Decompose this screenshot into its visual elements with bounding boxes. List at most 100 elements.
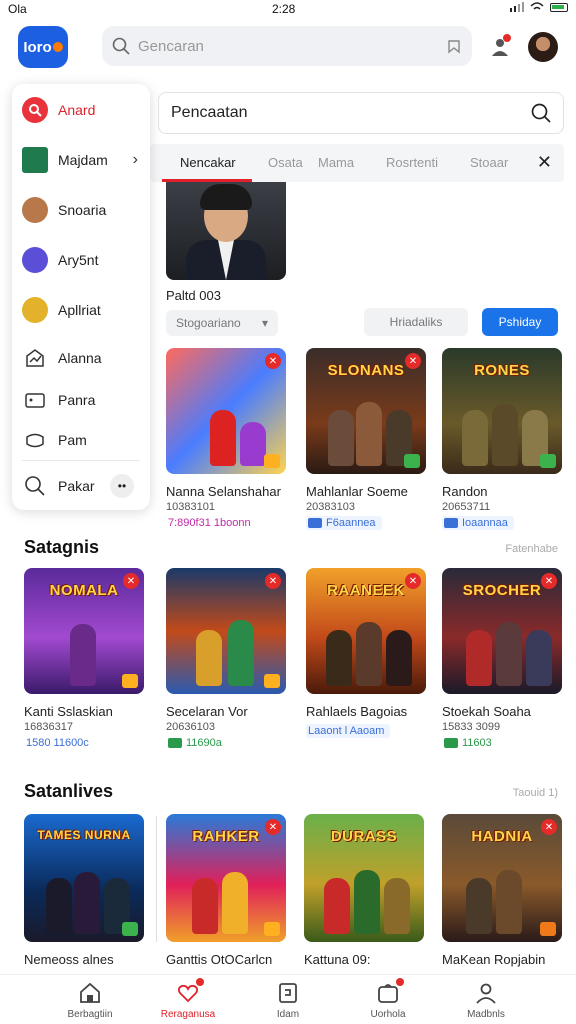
character-figure [356, 402, 382, 466]
active-tab-indicator [162, 179, 252, 182]
filter-chip[interactable]: Hriadaliks [364, 308, 468, 336]
game-art-title: DURASS [330, 828, 398, 845]
nav-home[interactable]: Berbagtiin [40, 981, 140, 1020]
game-card[interactable]: ✕ Nanna Selanshahar 10383101 7:890f31 1b… [166, 348, 286, 531]
character-figure [466, 630, 492, 686]
side-item-alanna[interactable]: Alanna [22, 340, 144, 376]
game-avatar-icon [22, 197, 48, 223]
side-item-panra[interactable]: Panra [22, 382, 144, 418]
top-search-bar[interactable]: Gencaran [102, 26, 472, 66]
game-name: Secelaran Vor [166, 704, 248, 719]
character-figure [222, 872, 248, 934]
search-panel-input[interactable]: Pencaatan [158, 92, 564, 134]
character-icon [22, 297, 48, 323]
game-thumbnail: TAMES NURNA [24, 814, 144, 942]
badge-text: Ioaannaa [462, 517, 508, 529]
game-name: Rahlaels Bagoias [306, 704, 408, 719]
tab-rosrtenti[interactable]: Rosrtenti [386, 155, 438, 170]
more-icon[interactable]: •• [110, 474, 134, 498]
badge-icon [404, 454, 420, 468]
badge-text: 1580 11600c [26, 737, 89, 749]
tab-mama[interactable]: Mama [318, 155, 354, 170]
close-icon[interactable]: ✕ [541, 573, 557, 589]
game-badge: 7:890f31 1boonn [166, 516, 257, 530]
clock: 2:28 [272, 2, 296, 16]
game-thumbnail: SLONANS ✕ [306, 348, 426, 474]
game-card[interactable]: NOMALA ✕ Kanti Sslaskian 16836317 1580 1… [24, 568, 144, 751]
close-icon[interactable]: ✕ [265, 573, 281, 589]
search-icon[interactable] [531, 103, 551, 123]
nav-inbox[interactable]: Uorhola [338, 978, 438, 1020]
side-item-ary5nt[interactable]: Ary5nt [22, 242, 144, 278]
close-icon[interactable]: ✕ [537, 152, 552, 173]
character-figure [462, 410, 488, 466]
character-figure [386, 630, 412, 686]
nav-profile[interactable]: Madbnls [436, 981, 536, 1020]
app-logo[interactable]: Ioro [18, 26, 68, 68]
side-item-snoaria[interactable]: Snoaria [22, 192, 144, 228]
close-icon[interactable]: ✕ [405, 353, 421, 369]
side-item-label: Snoaria [58, 202, 107, 218]
game-badge: 11603 [442, 736, 498, 750]
badge-text: Laaont l Aaoam [308, 725, 385, 737]
game-meta: 20636103 [166, 721, 215, 733]
side-item-majdam[interactable]: Majdam › [22, 142, 144, 178]
inbox-icon [376, 978, 404, 1005]
side-item-apllriat[interactable]: Apllriat [22, 292, 144, 328]
status-icons [510, 2, 568, 12]
nav-library[interactable]: Idam [238, 981, 338, 1020]
heart-icon [176, 978, 204, 1005]
search-value: Pencaatan [171, 104, 248, 121]
sparkle-icon [22, 247, 48, 273]
logo-text: Ioro [23, 38, 52, 56]
character-figure [196, 630, 222, 686]
bookmark-icon[interactable] [446, 38, 462, 54]
avatar[interactable] [528, 32, 558, 62]
close-icon[interactable]: ✕ [541, 819, 557, 835]
see-all-link[interactable]: Taouid 1) [513, 787, 558, 799]
see-all-link[interactable]: Fatenhabe [505, 543, 558, 555]
close-icon[interactable]: ✕ [265, 819, 281, 835]
game-card[interactable]: HADNIA ✕ MaKean Ropjabin [442, 814, 562, 967]
game-meta: 20383103 [306, 501, 355, 513]
game-card[interactable]: TAMES NURNA Nemeoss alnes [24, 814, 144, 967]
search-icon [22, 473, 48, 499]
nav-favorites[interactable]: Reraganusa [138, 978, 238, 1020]
game-thumbnail: ✕ [166, 348, 286, 474]
tab-nencakar[interactable]: Nencakar [180, 155, 236, 170]
badge-icon [122, 674, 138, 688]
badge-text: 7:890f31 1boonn [168, 517, 251, 529]
character-figure [496, 870, 522, 934]
badge-text: 11603 [462, 737, 492, 749]
game-card[interactable]: RAANEEK ✕ Rahlaels Bagoias Laaont l Aaoa… [306, 568, 426, 739]
close-icon[interactable]: ✕ [265, 353, 281, 369]
section-title: Satanlives [24, 781, 114, 801]
tab-stoaar[interactable]: Stoaar [470, 155, 508, 170]
game-card[interactable]: RAHKER ✕ Ganttis OtOCarlcn [166, 814, 286, 967]
game-card[interactable]: SROCHER ✕ Stoekah Soaha 15833 3099 11603 [442, 568, 562, 753]
featured-image[interactable] [166, 182, 286, 280]
side-item-pam[interactable]: Pam [22, 422, 144, 458]
user-icon [492, 34, 511, 56]
character-figure [46, 878, 72, 934]
tab-osata[interactable]: Osata [268, 155, 303, 170]
side-item-pakar[interactable]: Pakar •• [22, 468, 144, 504]
side-item-anard[interactable]: Anard [22, 92, 144, 128]
character-figure [70, 624, 96, 686]
game-card[interactable]: SLONANS ✕ Mahlanlar Soeme 20383103 F6aan… [306, 348, 426, 533]
notifications-button[interactable] [488, 34, 516, 62]
game-card[interactable]: RONES Randon 20653711 Ioaannaa [442, 348, 562, 533]
close-icon[interactable]: ✕ [123, 573, 139, 589]
game-name: Mahlanlar Soeme [306, 484, 408, 499]
badge-icon [444, 738, 458, 748]
game-card[interactable]: DURASS Kattuna 09: [304, 814, 424, 967]
primary-filter-button[interactable]: Pshiday [482, 308, 558, 336]
close-icon[interactable]: ✕ [405, 573, 421, 589]
image-icon [22, 387, 48, 413]
game-thumbnail: RAANEEK ✕ [306, 568, 426, 694]
side-item-label: Alanna [58, 350, 102, 366]
game-card[interactable]: ✕ Secelaran Vor 20636103 11690a [166, 568, 286, 753]
category-dropdown[interactable]: Stogoariano ▾ [166, 310, 278, 336]
game-badge: Ioaannaa [442, 516, 514, 530]
character-figure [324, 878, 350, 934]
